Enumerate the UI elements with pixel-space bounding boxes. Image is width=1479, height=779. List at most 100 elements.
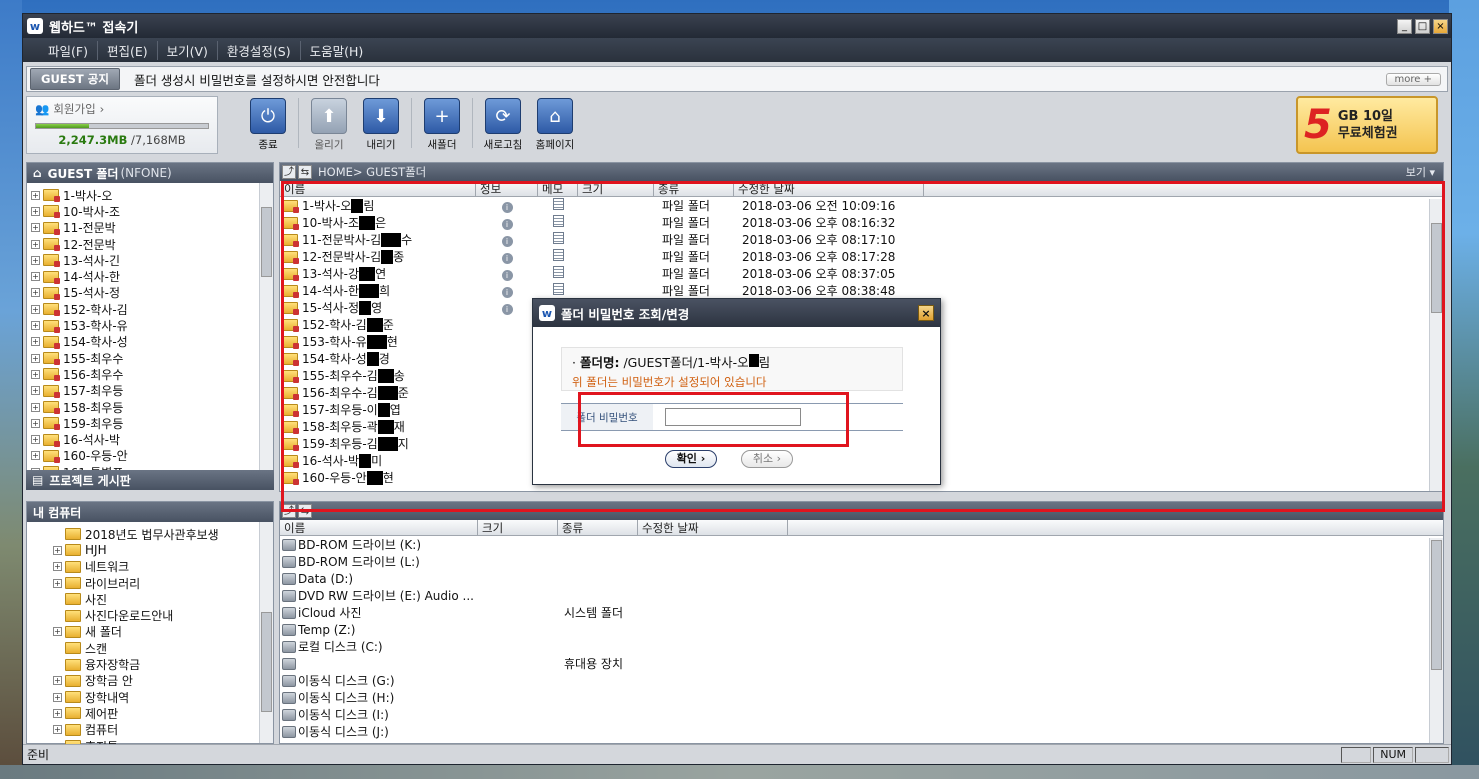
expand-icon[interactable]: +: [31, 386, 40, 396]
expand-icon[interactable]: +: [31, 353, 40, 363]
table-row[interactable]: 휴대용 장치: [280, 655, 1443, 672]
info-icon[interactable]: i: [501, 201, 513, 213]
col-type[interactable]: 종류: [558, 520, 638, 536]
local-tree-item[interactable]: + 컴퓨터: [31, 722, 273, 738]
table-row[interactable]: 11-전문박사-김 수 i 파일 폴더 2018-03-06 오후 08:17:10: [280, 231, 1443, 248]
col-name[interactable]: 이름: [280, 520, 478, 536]
menu-help[interactable]: 도움말(H): [301, 41, 373, 60]
table-row[interactable]: Temp (Z:): [280, 621, 1443, 638]
menu-settings[interactable]: 환경설정(S): [218, 40, 301, 60]
scroll-thumb[interactable]: [1431, 223, 1442, 313]
tool-refresh-button[interactable]: ⟳ 새로고침: [479, 98, 527, 152]
table-row[interactable]: BD-ROM 드라이브 (L:): [280, 553, 1443, 570]
guest-tree-item[interactable]: +157-최우등: [31, 383, 273, 399]
swap-icon[interactable]: ⇆: [298, 504, 312, 518]
col-memo[interactable]: 메모: [538, 181, 578, 197]
local-tree-item[interactable]: 사진: [31, 591, 273, 607]
local-tree-item[interactable]: + 장학금 안: [31, 673, 273, 689]
table-row[interactable]: 이동식 디스크 (G:): [280, 672, 1443, 689]
local-tree-item[interactable]: 사진다운로드안내: [31, 607, 273, 623]
col-date[interactable]: 수정한 날짜: [734, 181, 924, 197]
guest-tree-item[interactable]: +159-최우등: [31, 415, 273, 431]
guest-tree-item[interactable]: +12-전문박: [31, 236, 273, 252]
expand-icon[interactable]: +: [31, 304, 40, 314]
expand-icon[interactable]: +: [53, 708, 62, 718]
cancel-button[interactable]: 취소 ›: [741, 450, 793, 468]
local-tree-item[interactable]: 2018년도 법무사관후보생: [31, 526, 273, 542]
memo-icon[interactable]: [552, 249, 564, 261]
expand-icon[interactable]: +: [31, 337, 40, 347]
table-row[interactable]: 1-박사-오 림 i 파일 폴더 2018-03-06 오전 10:09:16: [280, 197, 1443, 214]
local-tree-item[interactable]: + HJH: [31, 542, 273, 558]
guest-tree-item[interactable]: +15-석사-정: [31, 285, 273, 301]
guest-tree-item[interactable]: +1-박사-오: [31, 187, 273, 203]
table-row[interactable]: 이동식 디스크 (H:): [280, 689, 1443, 706]
guest-tree-item[interactable]: +10-박사-조: [31, 203, 273, 219]
memo-icon[interactable]: [552, 215, 564, 227]
project-board-header[interactable]: ▤ 프로젝트 게시판: [26, 470, 274, 490]
info-icon[interactable]: i: [501, 218, 513, 230]
expand-icon[interactable]: +: [31, 190, 40, 200]
info-icon[interactable]: i: [501, 235, 513, 247]
table-row[interactable]: 12-전문박사-김 종 i 파일 폴더 2018-03-06 오후 08:17:28: [280, 248, 1443, 265]
guest-tree-scrollbar[interactable]: [259, 183, 273, 471]
title-bar[interactable]: w 웹하드™ 접속기 _ □ ×: [23, 14, 1451, 38]
maximize-button[interactable]: □: [1415, 18, 1430, 34]
expand-icon[interactable]: +: [53, 692, 62, 702]
guest-tree-item[interactable]: +160-우등-안: [31, 448, 273, 464]
table-row[interactable]: 이동식 디스크 (I:): [280, 706, 1443, 723]
menu-edit[interactable]: 편집(E): [98, 40, 158, 60]
table-row[interactable]: 이동식 디스크 (J:): [280, 723, 1443, 740]
local-tree-item[interactable]: + 새 폴더: [31, 624, 273, 640]
expand-icon[interactable]: +: [31, 321, 40, 331]
dialog-close-button[interactable]: ×: [918, 305, 934, 321]
guest-tree-item[interactable]: +153-학사-유: [31, 317, 273, 333]
memo-icon[interactable]: [552, 198, 564, 210]
expand-icon[interactable]: +: [53, 562, 62, 572]
col-size[interactable]: 크기: [478, 520, 558, 536]
local-tree-item[interactable]: 융자장학금: [31, 656, 273, 672]
info-icon[interactable]: i: [501, 252, 513, 264]
expand-icon[interactable]: +: [31, 223, 40, 233]
expand-icon[interactable]: +: [53, 676, 62, 686]
tool-power-button[interactable]: ⏻ 종료: [244, 98, 292, 152]
close-button[interactable]: ×: [1433, 18, 1448, 34]
menu-file[interactable]: 파일(F): [39, 40, 98, 60]
guest-tree-item[interactable]: +154-학사-성: [31, 334, 273, 350]
memo-icon[interactable]: [552, 283, 564, 295]
memo-icon[interactable]: [552, 232, 564, 244]
col-name[interactable]: 이름: [280, 181, 476, 197]
expand-icon[interactable]: +: [31, 288, 40, 298]
local-tree-item[interactable]: 스캔: [31, 640, 273, 656]
confirm-button[interactable]: 확인 ›: [665, 450, 717, 468]
tool-download-button[interactable]: ⬇ 내리기: [357, 98, 405, 152]
table-row[interactable]: iCloud 사진 시스템 폴더: [280, 604, 1443, 621]
local-tree-item[interactable]: + 라이브러리: [31, 575, 273, 591]
col-size[interactable]: 크기: [578, 181, 654, 197]
guest-tree-item[interactable]: +155-최우수: [31, 350, 273, 366]
expand-icon[interactable]: +: [31, 272, 40, 282]
expand-icon[interactable]: +: [31, 418, 40, 428]
expand-icon[interactable]: +: [53, 578, 62, 588]
guest-tree-item[interactable]: +152-학사-김: [31, 301, 273, 317]
menu-view[interactable]: 보기(V): [158, 40, 218, 60]
col-type[interactable]: 종류: [654, 181, 734, 197]
local-tree-scrollbar[interactable]: [259, 522, 273, 743]
up-folder-icon[interactable]: ⤴: [282, 165, 296, 179]
expand-icon[interactable]: +: [31, 402, 40, 412]
table-row[interactable]: DVD RW 드라이브 (E:) Audio ...: [280, 587, 1443, 604]
tool-home-button[interactable]: ⌂ 홈페이지: [531, 98, 579, 152]
promo-banner[interactable]: 5 GB 10일 무료체험권: [1296, 96, 1438, 154]
table-row[interactable]: 로컬 디스크 (C:): [280, 638, 1443, 655]
guest-tree-item[interactable]: +13-석사-긴: [31, 252, 273, 268]
remote-view-button[interactable]: 보기 ▾: [1406, 164, 1435, 180]
folder-password-input[interactable]: [665, 408, 801, 426]
scroll-thumb[interactable]: [261, 207, 272, 277]
col-info[interactable]: 정보: [476, 181, 538, 197]
expand-icon[interactable]: +: [31, 369, 40, 379]
expand-icon[interactable]: +: [31, 435, 40, 445]
expand-icon[interactable]: +: [31, 206, 40, 216]
table-row[interactable]: BD-ROM 드라이브 (K:): [280, 536, 1443, 553]
expand-icon[interactable]: +: [53, 627, 62, 637]
tool-upload-button[interactable]: ⬆ 올리기: [305, 98, 353, 152]
